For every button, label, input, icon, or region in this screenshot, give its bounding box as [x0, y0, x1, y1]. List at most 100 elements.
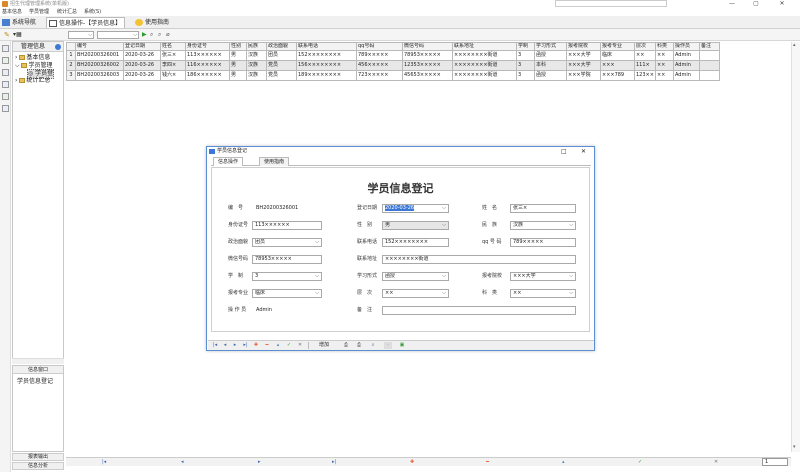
- delete-icon[interactable]: ━: [264, 342, 270, 349]
- column-header[interactable]: 编号: [75, 42, 124, 51]
- last-record-icon[interactable]: ▸|: [332, 458, 336, 467]
- tab-system-nav[interactable]: 系统导航: [0, 17, 39, 28]
- table-cell[interactable]: 李四×: [160, 60, 186, 71]
- major-select[interactable]: 临床: [252, 289, 322, 298]
- table-cell[interactable]: BH20200326001: [75, 50, 124, 61]
- table-cell[interactable]: 116××××××: [185, 60, 230, 71]
- table-cell[interactable]: 111×: [634, 60, 656, 71]
- export-icon[interactable]: [2, 93, 9, 100]
- table-cell[interactable]: 2020-03-26: [123, 60, 161, 71]
- scroll-up-icon[interactable]: ▴: [793, 42, 796, 48]
- column-header[interactable]: 姓名: [160, 42, 186, 51]
- column-header[interactable]: 民族: [246, 42, 267, 51]
- level-select[interactable]: ××: [382, 289, 449, 298]
- tree-node-stats[interactable]: › 统计汇总: [15, 77, 50, 85]
- table-cell[interactable]: 12353×××××: [402, 60, 453, 71]
- table-row[interactable]: 2 BH20200326002 2020-03-26 李四× 116×××××× 男汉族党…: [66, 60, 720, 71]
- table-cell[interactable]: 186××××××: [185, 70, 230, 81]
- user-icon[interactable]: [2, 57, 9, 64]
- column-header[interactable]: 操作员: [672, 42, 700, 51]
- politics-select[interactable]: 团员: [252, 238, 322, 247]
- table-cell[interactable]: 党员: [266, 60, 297, 71]
- table-cell[interactable]: Admin: [672, 50, 700, 61]
- save-record-icon[interactable]: ✓: [638, 458, 642, 467]
- title-search-box[interactable]: [555, 0, 667, 7]
- table-cell[interactable]: 789×××××: [356, 50, 403, 61]
- table-cell[interactable]: 汉族: [246, 70, 267, 81]
- table-cell[interactable]: ××: [654, 50, 674, 61]
- zoom-icon[interactable]: ⌕: [369, 342, 377, 349]
- table-cell[interactable]: 男: [229, 50, 247, 61]
- table-cell[interactable]: ×××学院: [566, 70, 601, 81]
- filter-select-1[interactable]: ⌵: [68, 31, 94, 39]
- minimize-button[interactable]: —: [722, 0, 742, 8]
- last-icon[interactable]: ▸|: [242, 342, 249, 349]
- table-cell[interactable]: 本科: [534, 60, 567, 71]
- info-icon[interactable]: [55, 44, 61, 50]
- table-cell[interactable]: 45653×××××: [402, 70, 453, 81]
- first-icon[interactable]: |◂: [212, 342, 218, 349]
- add-button[interactable]: 增加: [314, 342, 334, 349]
- column-header[interactable]: 政治面貌: [266, 42, 297, 51]
- check-icon[interactable]: ✓: [286, 342, 292, 349]
- table-cell[interactable]: 78953×××××: [402, 50, 453, 61]
- name-field[interactable]: 张三×: [510, 204, 576, 213]
- row-number[interactable]: 1: [66, 50, 76, 61]
- table-cell[interactable]: 函授: [534, 50, 567, 61]
- menu-basic-info[interactable]: 基本信息: [2, 8, 22, 16]
- maximize-button[interactable]: ▢: [746, 0, 766, 8]
- dialog-tab-operate[interactable]: 信息操作: [213, 157, 244, 166]
- table-cell[interactable]: 党员: [266, 70, 297, 81]
- remark-field[interactable]: [382, 306, 576, 315]
- table-cell[interactable]: 张三×: [160, 50, 186, 61]
- table-cell[interactable]: 男: [229, 70, 247, 81]
- tree-node-basic[interactable]: › 基本信息: [15, 54, 50, 62]
- export-icon[interactable]: ▣: [398, 342, 406, 349]
- next-icon[interactable]: ▸: [232, 342, 238, 349]
- tab-student-info[interactable]: 信息操作-【学员信息】: [46, 17, 126, 28]
- qq-field[interactable]: 789×××××: [510, 238, 576, 247]
- tab-guide[interactable]: 使用指南: [133, 17, 172, 28]
- school-select[interactable]: ×××大学: [510, 272, 576, 281]
- next-record-icon[interactable]: ▸: [258, 458, 261, 467]
- table-cell[interactable]: 临床: [600, 50, 635, 61]
- table-cell[interactable]: Admin: [672, 60, 700, 71]
- column-header[interactable]: 学制: [516, 42, 535, 51]
- table-cell[interactable]: ××: [654, 60, 674, 71]
- table-cell[interactable]: 3: [516, 50, 535, 61]
- dialog-maximize-button[interactable]: □: [561, 147, 567, 156]
- dialog-close-button[interactable]: ✕: [581, 147, 586, 156]
- table-cell[interactable]: ××××××××街道: [452, 60, 517, 71]
- xuezhi-select[interactable]: 3: [252, 272, 322, 281]
- column-header[interactable]: 层次: [634, 42, 656, 51]
- edit-icon[interactable]: ✎: [4, 31, 10, 39]
- id-field[interactable]: 113××××××: [252, 221, 322, 230]
- column-header[interactable]: 联系电话: [296, 42, 357, 51]
- table-cell[interactable]: ××: [634, 50, 656, 61]
- table-cell[interactable]: ××: [654, 70, 674, 81]
- table-cell[interactable]: 456×××××: [356, 60, 403, 71]
- table-cell[interactable]: ××××××××街道: [452, 70, 517, 81]
- close-button[interactable]: ✕: [772, 0, 792, 8]
- table-cell[interactable]: ×××大学: [566, 50, 601, 61]
- column-header[interactable]: 联系地址: [452, 42, 517, 51]
- table-cell[interactable]: Admin: [672, 70, 700, 81]
- wechat-field[interactable]: 78953×××××: [252, 255, 322, 264]
- nation-select[interactable]: 汉族: [510, 221, 576, 230]
- column-header[interactable]: 学习形式: [534, 42, 567, 51]
- run-icon[interactable]: ▶: [142, 31, 147, 39]
- first-record-icon[interactable]: |◂: [102, 458, 106, 467]
- column-header[interactable]: 备注: [698, 42, 720, 51]
- column-header[interactable]: 科类: [654, 42, 674, 51]
- address-field[interactable]: ××××××××街道: [382, 255, 576, 264]
- tree-scrollbar[interactable]: [12, 358, 64, 364]
- cancel-record-icon[interactable]: ✕: [714, 458, 718, 467]
- row-number[interactable]: 2: [66, 60, 76, 71]
- info-panel-item[interactable]: 学员信息登记: [17, 376, 53, 385]
- add-record-icon[interactable]: ✚: [410, 458, 414, 467]
- table-cell[interactable]: 723×××××: [356, 70, 403, 81]
- up-icon[interactable]: ▴: [275, 342, 281, 349]
- table-cell[interactable]: 3: [516, 70, 535, 81]
- table-cell[interactable]: 113××××××: [185, 50, 230, 61]
- grid-icon[interactable]: ▾▦: [13, 31, 22, 39]
